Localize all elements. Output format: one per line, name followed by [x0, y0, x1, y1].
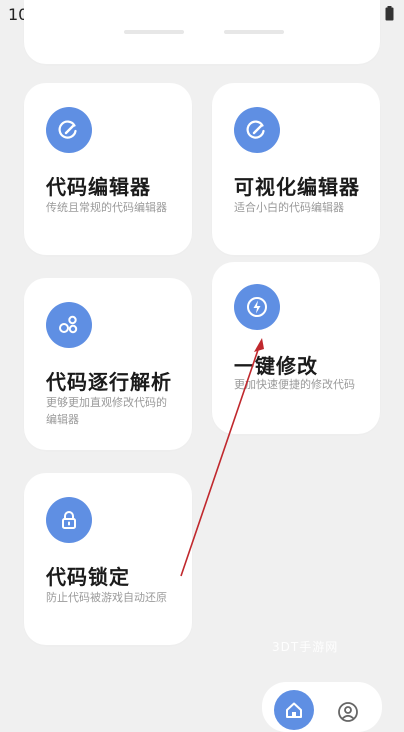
card-description: 更够更加直观修改代码的编辑器: [46, 396, 167, 426]
card-title: 代码逐行解析: [46, 370, 172, 394]
watermark: 3DT手游网: [272, 640, 339, 654]
divider: [124, 30, 184, 34]
card-description: 防止代码被游戏自动还原: [46, 591, 167, 604]
home-icon: [286, 702, 302, 718]
profile-button[interactable]: [336, 700, 360, 724]
battery-icon: [385, 6, 394, 21]
lightning-icon: [234, 284, 280, 330]
card-title: 一键修改: [234, 354, 318, 378]
lock-icon: [46, 497, 92, 543]
bubbles-icon: [46, 302, 92, 348]
card-title: 代码锁定: [46, 565, 130, 589]
code-lock-card[interactable]: 代码锁定 防止代码被游戏自动还原: [24, 473, 192, 645]
one-click-modify-card[interactable]: 一键修改 更加快速便捷的修改代码: [212, 262, 380, 434]
card-title: 可视化编辑器: [234, 175, 360, 199]
card-title: 代码编辑器: [46, 175, 151, 199]
home-button[interactable]: [274, 690, 314, 730]
visual-editor-card[interactable]: 可视化编辑器 适合小白的代码编辑器: [212, 83, 380, 255]
code-editor-card[interactable]: 代码编辑器 传统且常规的代码编辑器: [24, 83, 192, 255]
divider: [224, 30, 284, 34]
edit-icon: [46, 107, 92, 153]
line-by-line-parse-card[interactable]: 代码逐行解析 更够更加直观修改代码的编辑器: [24, 278, 192, 450]
card-description: 适合小白的代码编辑器: [234, 201, 344, 214]
previous-card-row: [24, 0, 380, 64]
card-description: 更加快速便捷的修改代码: [234, 378, 355, 391]
bottom-nav: [262, 682, 382, 732]
edit-icon: [234, 107, 280, 153]
card-description: 传统且常规的代码编辑器: [46, 201, 167, 214]
